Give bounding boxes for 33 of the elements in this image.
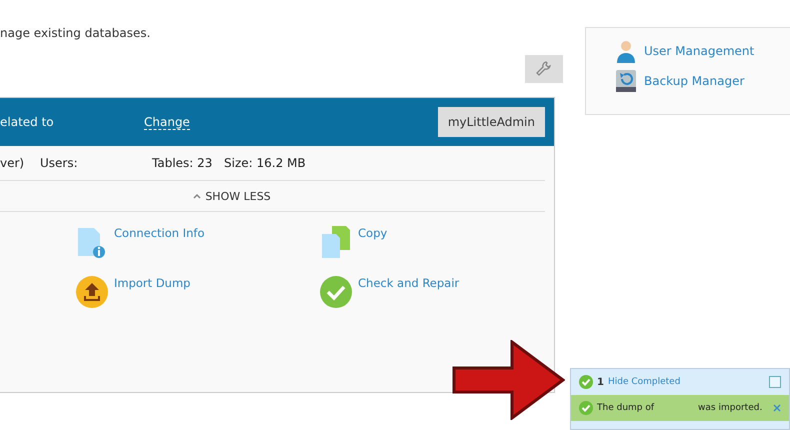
- chevron-up-icon: [193, 193, 202, 199]
- sidebar-link[interactable]: Backup Manager: [614, 69, 790, 93]
- backup-drive-icon: [614, 69, 638, 93]
- wrench-icon: [535, 60, 553, 78]
- check-icon: [579, 375, 593, 389]
- notification-text: was imported.: [698, 403, 762, 413]
- action-link[interactable]: Copy: [320, 226, 560, 258]
- show-less-toggle[interactable]: SHOW LESS: [187, 181, 277, 211]
- info-item: Users:: [40, 156, 79, 170]
- notification-text: The dump of: [597, 403, 654, 413]
- change-link[interactable]: Change: [144, 114, 190, 130]
- user-icon: [614, 39, 638, 63]
- action-link[interactable]: Check and Repair: [320, 276, 560, 308]
- completed-count: 1: [597, 376, 604, 388]
- header-label: elated to: [0, 115, 55, 129]
- copy-icon: [320, 226, 352, 258]
- check-icon: [320, 276, 352, 308]
- info-item: ver): [0, 156, 26, 170]
- check-icon: [579, 401, 593, 415]
- document-info-icon: [76, 226, 108, 258]
- close-icon: [773, 404, 781, 412]
- admin-button[interactable]: myLittleAdmin: [438, 107, 545, 137]
- settings-button[interactable]: [525, 55, 563, 83]
- info-item: Size: 16.2 MB: [224, 156, 307, 170]
- description-text: nage existing databases.: [0, 25, 152, 42]
- close-button[interactable]: [773, 404, 781, 412]
- upload-icon: [76, 276, 108, 308]
- info-item: Tables: 23: [152, 156, 214, 170]
- sidebar-link[interactable]: User Management: [614, 39, 790, 63]
- action-link[interactable]: Connection Info: [76, 226, 320, 258]
- hide-completed-link[interactable]: Hide Completed: [608, 377, 680, 387]
- collapse-button[interactable]: [769, 376, 781, 388]
- action-link[interactable]: Import Dump: [76, 276, 320, 308]
